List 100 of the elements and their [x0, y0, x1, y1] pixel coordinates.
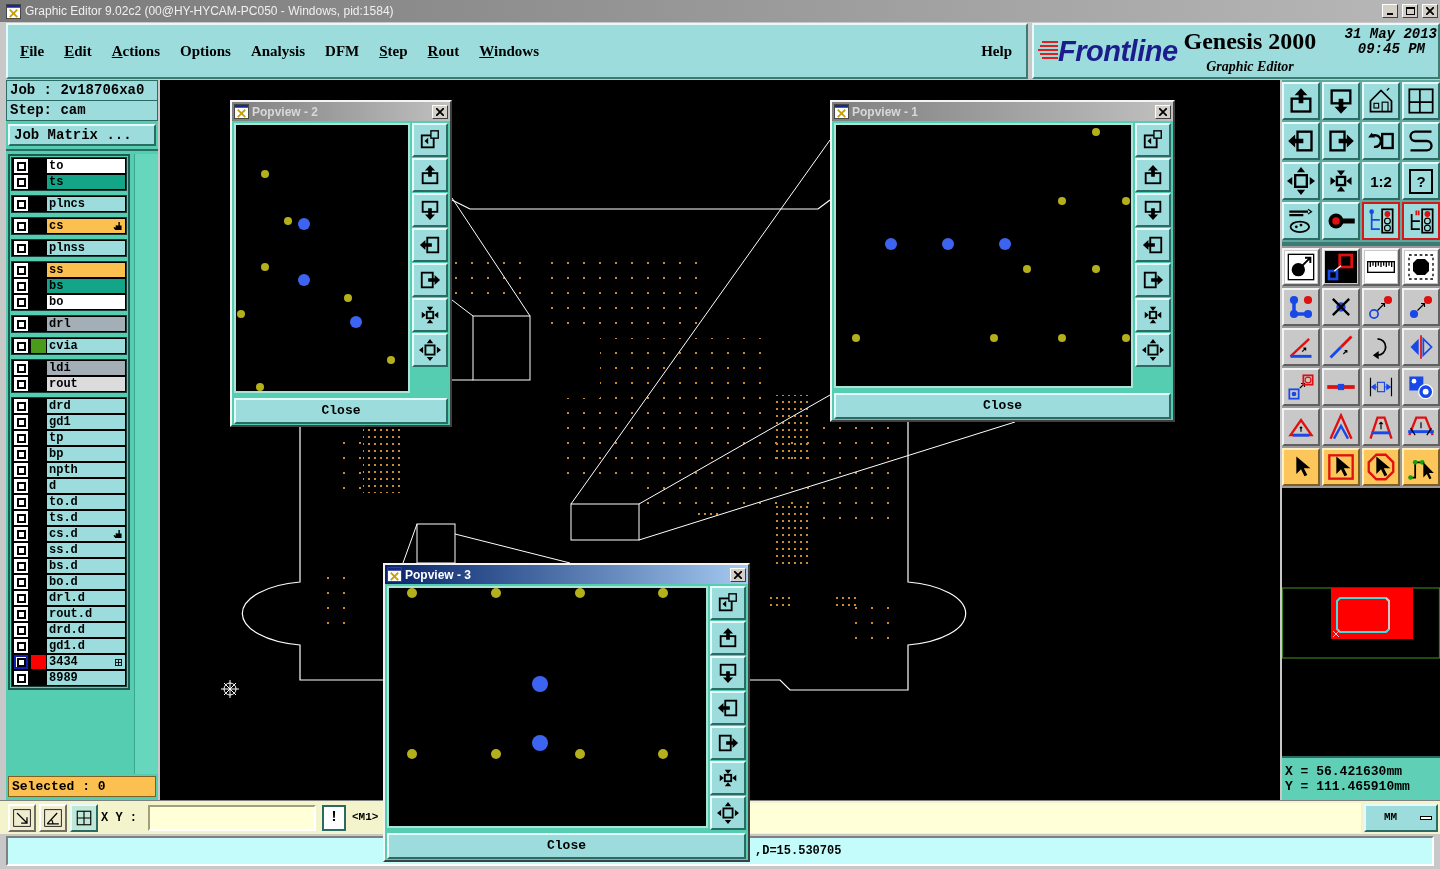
edit-tool-button[interactable] — [1282, 248, 1320, 286]
layer-button[interactable]: ss — [46, 262, 126, 278]
layer-button[interactable]: to — [46, 158, 126, 174]
layer-row[interactable]: drl — [12, 316, 126, 332]
layer-button[interactable]: drd.d — [46, 622, 126, 638]
edit-tool-button[interactable] — [1282, 288, 1320, 326]
edit-tool-button[interactable] — [1322, 328, 1360, 366]
layer-row[interactable]: plnss — [12, 240, 126, 256]
edit-tool-button[interactable] — [1402, 328, 1440, 366]
layer-row[interactable]: rout.d — [12, 606, 126, 622]
measure-tool-button[interactable] — [39, 803, 67, 832]
layer-row[interactable]: to.d — [12, 494, 126, 510]
layer-row[interactable]: cvia — [12, 338, 126, 354]
select-tool-button[interactable] — [1402, 448, 1440, 486]
menu-item[interactable]: Step — [373, 43, 414, 59]
layer-button[interactable]: bo.d — [46, 574, 126, 590]
layer-button[interactable]: drl.d — [46, 590, 126, 606]
layer-button[interactable]: drl — [46, 316, 126, 332]
menu-item[interactable]: Help — [975, 43, 1018, 59]
coordinate-input[interactable] — [148, 804, 316, 831]
layer-button[interactable]: rout.d — [46, 606, 126, 622]
layer-row[interactable]: gd1 — [12, 414, 126, 430]
layer-row[interactable]: bs.d — [12, 558, 126, 574]
layer-button[interactable]: ldi — [46, 360, 126, 376]
edit-tool-button[interactable] — [1402, 408, 1440, 446]
edit-tool-button[interactable] — [1282, 328, 1320, 366]
edit-tool-button[interactable] — [1362, 248, 1400, 286]
select-tool-button[interactable] — [1282, 448, 1320, 486]
menu-item[interactable]: Rout — [421, 43, 466, 59]
edit-tool-button[interactable] — [1402, 288, 1440, 326]
edit-tool-button[interactable] — [1322, 288, 1360, 326]
close-button[interactable] — [432, 104, 448, 119]
grid-tool-button[interactable] — [70, 803, 98, 832]
layer-row[interactable]: ts — [12, 174, 126, 190]
layer-row[interactable]: bs — [12, 278, 126, 294]
layer-button[interactable]: gd1 — [46, 414, 126, 430]
layer-button[interactable]: bs — [46, 278, 126, 294]
edit-tool-button[interactable] — [1282, 408, 1320, 446]
layer-row[interactable]: bp — [12, 446, 126, 462]
view-tool-button[interactable] — [1362, 202, 1400, 240]
minimize-button[interactable] — [1382, 4, 1398, 18]
layer-row[interactable]: rout — [12, 376, 126, 392]
layer-button[interactable]: rout — [46, 376, 126, 392]
layer-row[interactable]: 8989 — [12, 670, 126, 686]
menu-item[interactable]: File — [14, 43, 51, 59]
layer-button[interactable]: drd — [46, 398, 126, 414]
alert-button[interactable]: ! — [322, 804, 346, 831]
view-tool-button[interactable]: ? — [1402, 162, 1440, 200]
layer-button[interactable]: bp — [46, 446, 126, 462]
layer-row[interactable]: drd — [12, 398, 126, 414]
edit-tool-button[interactable] — [1402, 368, 1440, 406]
layer-button[interactable]: bo — [46, 294, 126, 310]
close-button[interactable]: Close — [234, 397, 448, 424]
view-tool-button[interactable]: 1:2 — [1362, 162, 1400, 200]
close-button[interactable]: Close — [387, 832, 746, 859]
edit-tool-button[interactable] — [1362, 368, 1400, 406]
edit-tool-button[interactable] — [1362, 328, 1400, 366]
layer-button[interactable]: cs.d — [46, 526, 126, 542]
layer-row[interactable]: bo.d — [12, 574, 126, 590]
layer-button[interactable]: ts.d — [46, 510, 126, 526]
layer-row[interactable]: 3434 — [12, 654, 126, 670]
layer-button[interactable]: plncs — [46, 196, 126, 212]
close-button[interactable] — [1422, 4, 1438, 18]
layer-button[interactable]: d — [46, 478, 126, 494]
maximize-button[interactable] — [1402, 4, 1418, 18]
menu-item[interactable]: Actions — [105, 43, 167, 59]
layer-button[interactable]: bs.d — [46, 558, 126, 574]
layer-row[interactable]: plncs — [12, 196, 126, 212]
layer-button[interactable]: tp — [46, 430, 126, 446]
units-dropdown[interactable]: MM — [1364, 803, 1438, 832]
menu-item[interactable]: Analysis — [244, 43, 312, 59]
layer-row[interactable]: bo — [12, 294, 126, 310]
close-button[interactable] — [730, 567, 746, 582]
layer-button[interactable]: npth — [46, 462, 126, 478]
edit-tool-button[interactable] — [1322, 248, 1360, 286]
layer-button[interactable]: plnss — [46, 240, 126, 256]
close-button[interactable] — [1155, 104, 1171, 119]
close-button[interactable]: Close — [834, 392, 1171, 419]
select-tool-button[interactable] — [1362, 448, 1400, 486]
layer-checkbox[interactable] — [14, 655, 28, 669]
edit-tool-button[interactable] — [1322, 368, 1360, 406]
zoom-tool-button[interactable] — [8, 803, 36, 832]
layer-row[interactable]: cs — [12, 218, 126, 234]
edit-tool-button[interactable] — [1282, 368, 1320, 406]
menu-item[interactable]: Windows — [473, 43, 546, 59]
menu-item[interactable]: Edit — [58, 43, 98, 59]
layer-row[interactable]: gd1.d — [12, 638, 126, 654]
layer-row[interactable]: ss.d — [12, 542, 126, 558]
layer-button[interactable]: 8989 — [46, 670, 126, 686]
menu-item[interactable]: Options — [174, 43, 237, 59]
edit-tool-button[interactable] — [1322, 408, 1360, 446]
layer-row[interactable]: ts.d — [12, 510, 126, 526]
layer-button[interactable]: to.d — [46, 494, 126, 510]
menu-item[interactable]: DFM — [319, 43, 366, 59]
layer-row[interactable]: drd.d — [12, 622, 126, 638]
layer-row[interactable]: npth — [12, 462, 126, 478]
edit-tool-button[interactable] — [1362, 408, 1400, 446]
layer-row[interactable]: d — [12, 478, 126, 494]
layer-row[interactable]: ss — [12, 262, 126, 278]
layer-row[interactable]: ldi — [12, 360, 126, 376]
